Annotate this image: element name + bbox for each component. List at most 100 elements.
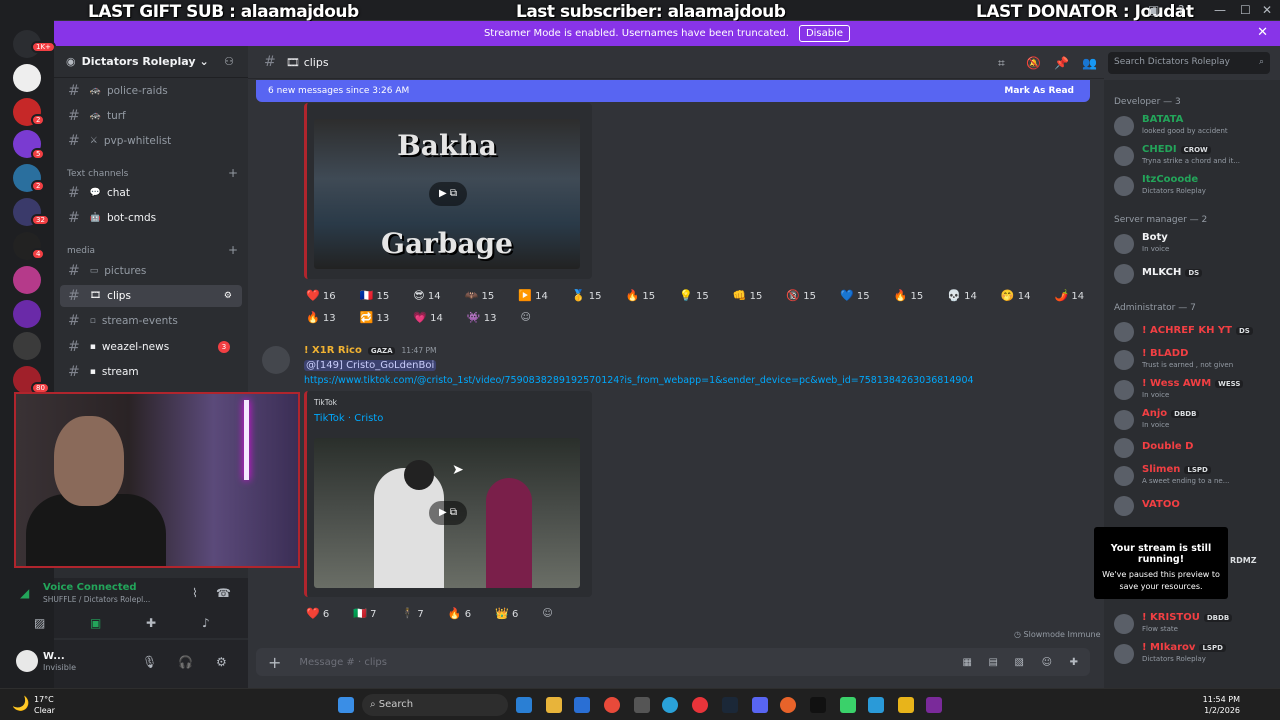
- avatar[interactable]: [16, 650, 38, 672]
- voice-connected-status[interactable]: Voice Connected: [43, 582, 137, 593]
- play-icon[interactable]: ▶ ⧉: [429, 182, 467, 206]
- server-icon[interactable]: [13, 266, 41, 294]
- camera-off-icon[interactable]: ▨: [34, 616, 45, 630]
- username[interactable]: W...: [43, 651, 65, 662]
- disconnect-icon[interactable]: ☎: [216, 586, 231, 600]
- reaction[interactable]: 🔥 15: [894, 289, 924, 302]
- apps-icon[interactable]: ✚: [1070, 657, 1078, 668]
- channel-bot-cmds[interactable]: # 🤖 bot-cmds: [60, 207, 242, 229]
- headphones-icon[interactable]: 🎧: [178, 655, 193, 669]
- member-item[interactable]: ! BLADD Trust is earned , not given: [1110, 346, 1276, 374]
- reaction[interactable]: 💡 15: [679, 289, 709, 302]
- member-item[interactable]: Slimen LSPD A sweet ending to a ne...: [1110, 462, 1276, 490]
- emoji-icon[interactable]: ☺: [1042, 657, 1052, 668]
- reaction[interactable]: 🔁 13: [360, 311, 390, 324]
- member-item[interactable]: ! ACHREF KH YT DS: [1110, 318, 1276, 346]
- pin-icon[interactable]: 📌: [1054, 56, 1069, 70]
- microphone-icon[interactable]: 🎙: [142, 655, 157, 669]
- reaction[interactable]: 👊 15: [733, 289, 763, 302]
- member-item[interactable]: Double D: [1110, 434, 1276, 462]
- reaction[interactable]: 🔞 15: [786, 289, 816, 302]
- reaction[interactable]: 🇮🇹 7: [353, 607, 376, 620]
- file-explorer-icon[interactable]: [546, 697, 562, 713]
- play-icon[interactable]: ▶ ⧉: [429, 501, 467, 525]
- new-messages-bar[interactable]: 6 new messages since 3:26 AM Mark As Rea…: [256, 80, 1090, 102]
- taskbar-search[interactable]: ⌕ Search: [362, 694, 508, 716]
- share-screen-icon[interactable]: ▣: [90, 616, 101, 630]
- channel-settings-icon[interactable]: ⚙: [224, 291, 232, 301]
- channel-weazel-news[interactable]: # ▪ weazel-news 3: [60, 336, 242, 358]
- binance-icon[interactable]: [898, 697, 914, 713]
- member-item[interactable]: MLKCH DS: [1110, 260, 1276, 288]
- user-mention[interactable]: @[149] Cristo_GoLdenBoi: [304, 360, 437, 371]
- reaction[interactable]: 😎 14: [413, 289, 440, 302]
- video-thumbnail[interactable]: ▶ ⧉: [314, 438, 580, 588]
- reaction[interactable]: 🥇 15: [572, 289, 602, 302]
- store-icon[interactable]: [574, 697, 590, 713]
- server-icon[interactable]: [13, 332, 41, 360]
- channel-stream[interactable]: # ▪ stream: [60, 361, 242, 383]
- help-icon[interactable]: ?: [1178, 3, 1184, 17]
- server-icon[interactable]: [13, 300, 41, 328]
- member-item[interactable]: BATATA looked good by accident: [1110, 112, 1276, 140]
- gif-icon[interactable]: ▤: [989, 657, 998, 668]
- sticker-icon[interactable]: ▧: [1015, 657, 1024, 668]
- avatar[interactable]: [262, 346, 290, 374]
- channel-chat[interactable]: # 💬 chat: [60, 182, 242, 204]
- activities-icon[interactable]: ✚: [146, 616, 156, 630]
- member-item[interactable]: Anjo DBDB In voice: [1110, 406, 1276, 434]
- soundboard-icon[interactable]: ♪: [202, 616, 210, 630]
- app-icon[interactable]: [634, 697, 650, 713]
- firefox-icon[interactable]: [780, 697, 796, 713]
- reaction[interactable]: 🔥 13: [306, 311, 336, 324]
- mark-as-read-button[interactable]: Mark As Read: [1004, 86, 1074, 96]
- reaction[interactable]: 💗 14: [413, 311, 443, 324]
- channel-pictures[interactable]: # ▭ pictures: [60, 260, 242, 282]
- close-window-icon[interactable]: ✕: [1262, 3, 1272, 17]
- reaction[interactable]: 💙 15: [840, 289, 870, 302]
- reaction[interactable]: 🕴️ 7: [401, 607, 424, 620]
- channel-clips[interactable]: # 🎞 clips ⚙: [60, 285, 242, 307]
- voice-channel-name[interactable]: SHUFFLE / Dictators Rolepl...: [43, 595, 150, 604]
- app-icon[interactable]: [868, 697, 884, 713]
- upload-plus-icon[interactable]: +: [268, 653, 281, 672]
- server-icon[interactable]: [13, 64, 41, 92]
- maximize-icon[interactable]: ☐: [1240, 3, 1251, 17]
- reaction[interactable]: 🌶️ 14: [1055, 289, 1085, 302]
- add-member-icon[interactable]: ⚇: [224, 55, 234, 68]
- tiktok-link[interactable]: https://www.tiktok.com/@cristo_1st/video…: [304, 375, 974, 386]
- reaction[interactable]: 🔥 6: [448, 607, 471, 620]
- app-icon[interactable]: [840, 697, 856, 713]
- reaction[interactable]: 🦇 15: [465, 289, 495, 302]
- app-icon[interactable]: [926, 697, 942, 713]
- member-item[interactable]: ! MIkarov LSPD Dictators Roleplay: [1110, 640, 1276, 668]
- video-thumbnail[interactable]: Bakha Garbage ▶ ⧉: [314, 119, 580, 269]
- search-input[interactable]: Search Dictators Roleplay ⌕: [1108, 52, 1270, 74]
- channel-turf[interactable]: # 🚓 turf: [60, 105, 242, 127]
- reaction[interactable]: ▶️ 14: [518, 289, 548, 302]
- noise-suppression-icon[interactable]: ⌇: [192, 586, 198, 600]
- message-author[interactable]: ! X1R Rico: [304, 345, 362, 356]
- disable-button[interactable]: Disable: [798, 25, 851, 42]
- telegram-icon[interactable]: [662, 697, 678, 713]
- reaction[interactable]: 🤭 14: [1001, 289, 1031, 302]
- app-icon[interactable]: [810, 697, 826, 713]
- server-header[interactable]: ◉ Dictators Roleplay ⌄ ⚇: [54, 46, 248, 78]
- add-reaction-icon[interactable]: ☺: [542, 608, 552, 619]
- opera-icon[interactable]: [692, 697, 708, 713]
- close-banner-icon[interactable]: ✕: [1257, 25, 1268, 40]
- member-item[interactable]: ! Wess AWM WESS In voice: [1110, 376, 1276, 404]
- gift-icon[interactable]: ▦: [963, 657, 972, 668]
- category-text-channels[interactable]: Text channels: [67, 169, 128, 179]
- create-channel-icon[interactable]: +: [228, 166, 238, 180]
- system-clock[interactable]: 11:54 PM 1/2/2026: [1203, 694, 1240, 716]
- create-channel-icon[interactable]: +: [228, 243, 238, 257]
- category-media[interactable]: media: [67, 246, 95, 256]
- member-item[interactable]: ItzCooode Dictators Roleplay: [1110, 172, 1276, 200]
- inbox-icon[interactable]: ▣: [1148, 3, 1159, 17]
- reaction[interactable]: ❤️ 16: [306, 289, 336, 302]
- discord-icon[interactable]: [752, 697, 768, 713]
- reaction[interactable]: 👑 6: [495, 607, 518, 620]
- notification-bell-icon[interactable]: 🔕: [1026, 56, 1041, 70]
- channel-pvp-whitelist[interactable]: # ⚔ pvp-whitelist: [60, 130, 242, 152]
